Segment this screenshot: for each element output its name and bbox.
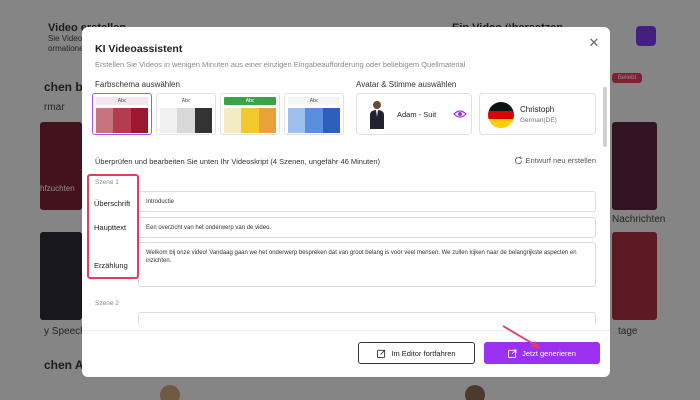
scheme-header: Abc bbox=[96, 97, 148, 105]
scheme-swatches bbox=[160, 108, 212, 133]
color-scheme-label: Farbschema auswählen bbox=[95, 80, 180, 89]
scrollbar[interactable] bbox=[603, 87, 607, 147]
avatar-image bbox=[370, 101, 384, 129]
eye-icon[interactable] bbox=[453, 109, 467, 119]
scene-2-heading-input[interactable] bbox=[138, 312, 596, 325]
color-scheme-option-1[interactable]: Abc bbox=[92, 93, 152, 135]
export-icon bbox=[508, 348, 517, 358]
narration-textarea[interactable]: Welkom bij onze video! Vandaag gaan we h… bbox=[138, 242, 596, 287]
color-scheme-option-3[interactable]: Abc bbox=[220, 93, 280, 135]
scheme-swatches bbox=[288, 108, 340, 133]
heading-input[interactable]: Introductie bbox=[138, 191, 596, 212]
scheme-header: Abc bbox=[160, 97, 212, 105]
generate-now-button[interactable]: Jetzt generieren bbox=[484, 342, 600, 364]
edit-icon bbox=[377, 349, 386, 358]
dialog-title: KI Videoassistent bbox=[95, 43, 183, 55]
highlight-box bbox=[87, 174, 139, 279]
dialog-subtitle: Erstellen Sie Videos in wenigen Minuten … bbox=[95, 60, 466, 69]
avatar-selector[interactable]: Adam - Suit bbox=[356, 93, 472, 135]
ai-video-assistant-dialog: KI Videoassistent Erstellen Sie Videos i… bbox=[82, 27, 610, 377]
scheme-swatches bbox=[224, 108, 276, 133]
scheme-swatches bbox=[96, 108, 148, 133]
main-text-input[interactable]: Een overzicht van het onderwerp van de v… bbox=[138, 217, 596, 238]
voice-name: Christoph bbox=[520, 105, 555, 114]
continue-in-editor-label: Im Editor fortfahren bbox=[391, 348, 456, 358]
voice-language: German(DE) bbox=[520, 117, 557, 124]
scheme-header: Abc bbox=[288, 97, 340, 105]
color-scheme-option-2[interactable]: Abc bbox=[156, 93, 216, 135]
scene-2-label: Szene 2 bbox=[95, 300, 119, 307]
regenerate-draft-label: Entwurf neu erstellen bbox=[525, 156, 596, 165]
scheme-header: Abc bbox=[224, 97, 276, 105]
voice-selector[interactable]: Christoph German(DE) bbox=[479, 93, 596, 135]
review-script-label: Überprüfen und bearbeiten Sie unten Ihr … bbox=[95, 157, 381, 166]
generate-now-label: Jetzt generieren bbox=[522, 348, 576, 358]
continue-in-editor-button[interactable]: Im Editor fortfahren bbox=[358, 342, 475, 364]
avatar-voice-label: Avatar & Stimme auswählen bbox=[356, 80, 457, 89]
close-icon[interactable]: ✕ bbox=[586, 35, 602, 51]
avatar-name: Adam - Suit bbox=[397, 110, 437, 119]
german-flag-icon bbox=[488, 102, 514, 128]
footer-divider bbox=[82, 330, 610, 331]
regenerate-draft-button[interactable]: Entwurf neu erstellen bbox=[514, 156, 596, 165]
refresh-icon bbox=[514, 156, 522, 165]
color-scheme-option-4[interactable]: Abc bbox=[284, 93, 344, 135]
